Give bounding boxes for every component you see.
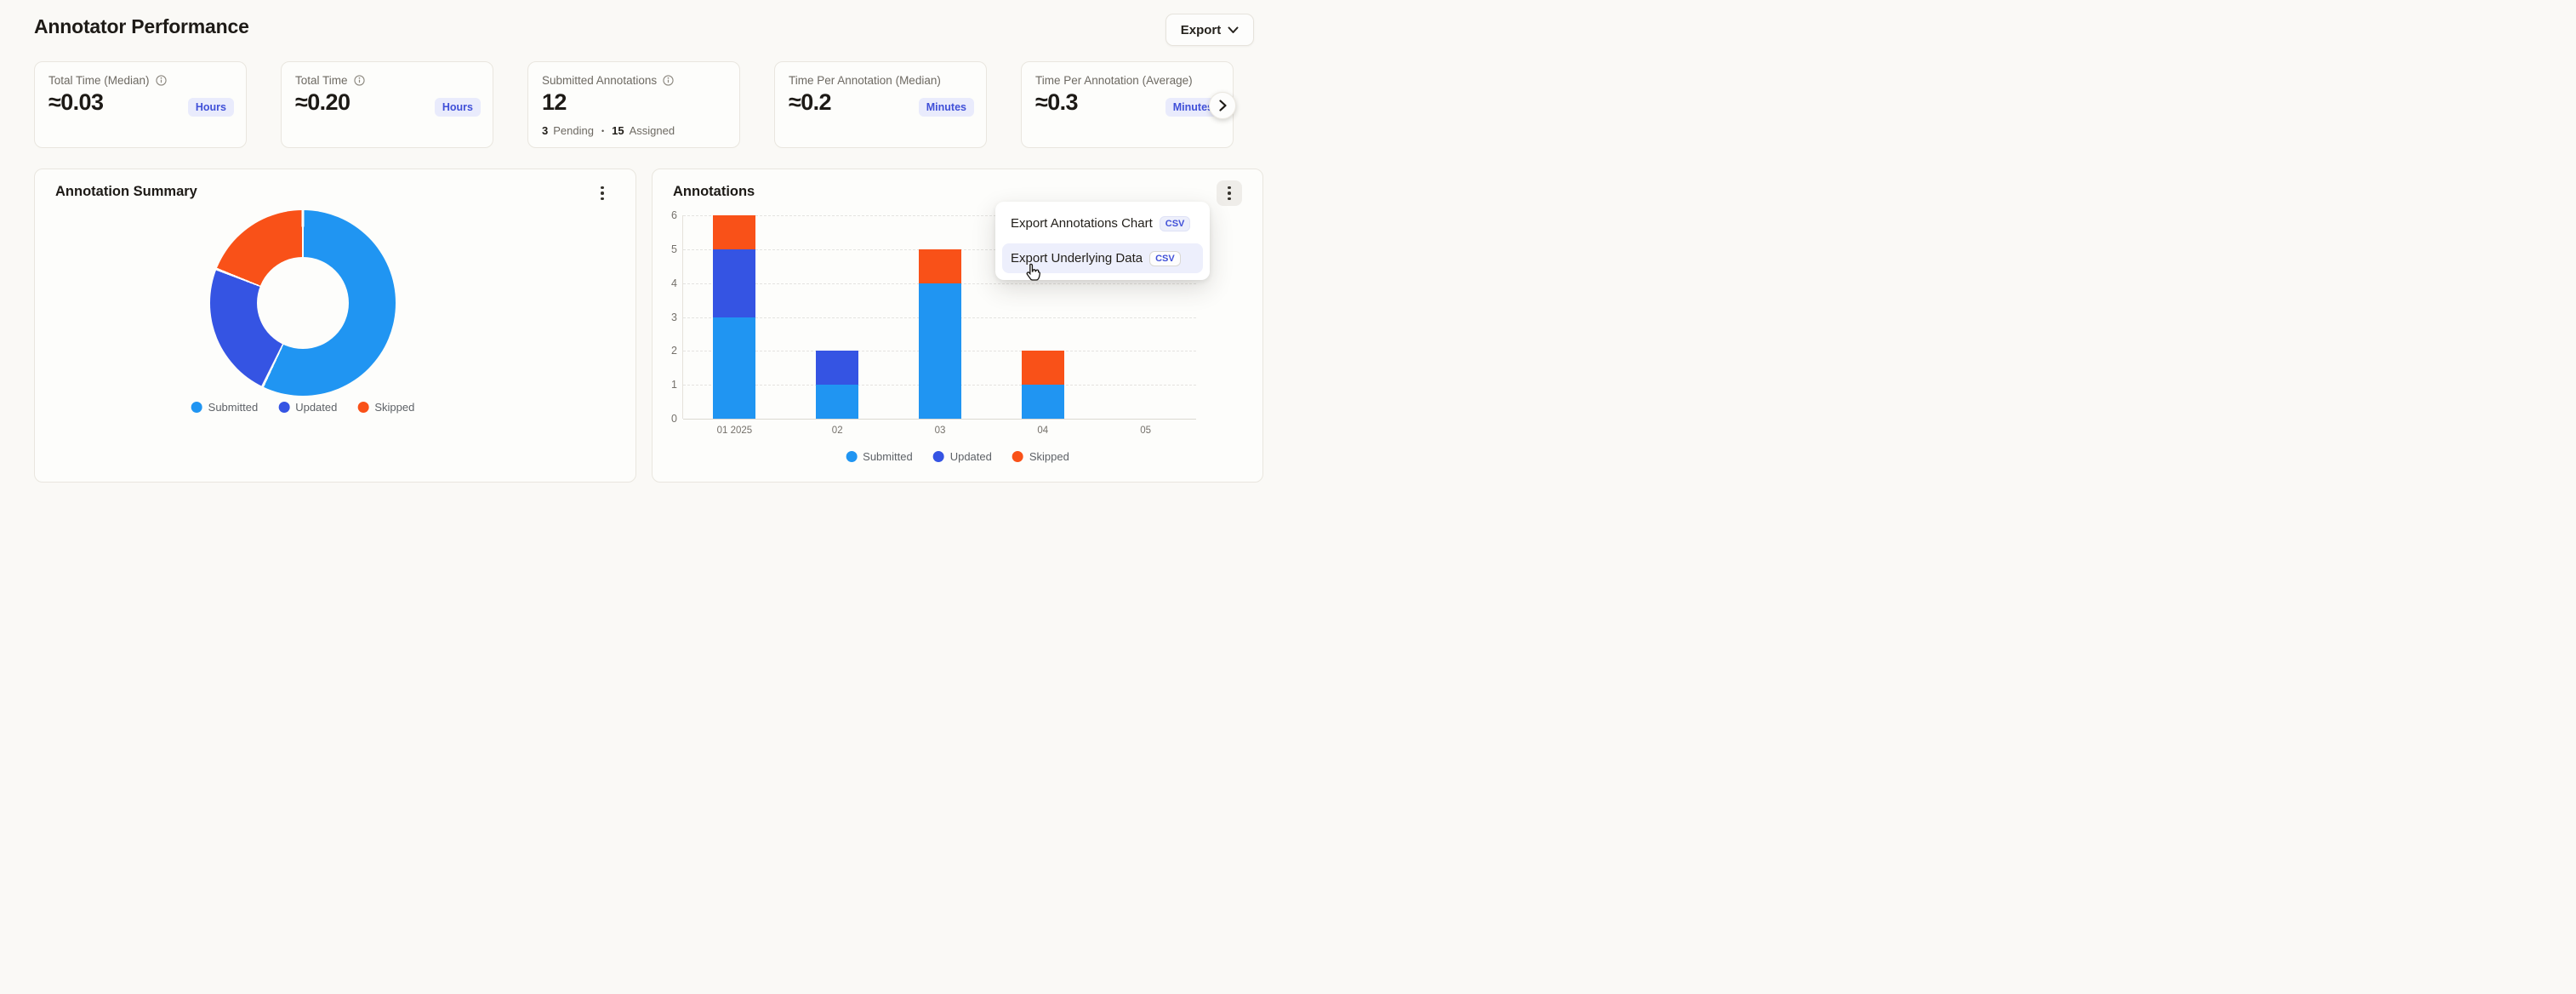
legend-dot [1012, 451, 1023, 462]
stat-card-submitted-annotations: Submitted Annotations 12 3 Pending • 15 … [527, 61, 740, 148]
assigned-count: 15 [612, 124, 624, 137]
stat-label: Submitted Annotations [542, 74, 657, 87]
legend-dot [191, 402, 202, 413]
bar-segment-skipped [713, 215, 755, 249]
stat-label: Total Time (Median) [48, 74, 150, 87]
export-button-label: Export [1181, 23, 1222, 37]
legend-item[interactable]: Skipped [1012, 450, 1069, 463]
y-axis-tick-label: 6 [657, 209, 677, 221]
dot-separator: • [601, 127, 604, 135]
legend-dot [846, 451, 857, 462]
stat-label: Time Per Annotation (Average) [1035, 74, 1193, 87]
y-axis-tick-label: 4 [657, 277, 677, 289]
bar-segment-submitted [919, 283, 961, 419]
x-axis-line [683, 419, 1196, 420]
legend-label: Submitted [863, 450, 913, 463]
bar-segment-skipped [919, 249, 961, 283]
chevron-down-icon [1228, 26, 1239, 34]
x-axis-tick-label: 04 [991, 426, 1094, 436]
stat-card-time-per-annotation-average: Time Per Annotation (Average) ≈0.3 Minut… [1021, 61, 1234, 148]
legend-dot [357, 402, 368, 413]
menu-item-label: Export Annotations Chart [1011, 216, 1153, 231]
legend-item[interactable]: Submitted [846, 450, 913, 463]
pending-label: Pending [553, 124, 594, 137]
legend-label: Skipped [374, 401, 414, 414]
bar-segment-submitted [816, 385, 858, 419]
chevron-right-icon [1219, 100, 1227, 111]
x-axis-tick-label: 05 [1094, 426, 1197, 436]
legend-dot [278, 402, 289, 413]
stat-value: 12 [542, 89, 727, 116]
pending-count: 3 [542, 124, 548, 137]
legend-label: Skipped [1029, 450, 1069, 463]
menu-item-export-underlying-data[interactable]: Export Underlying Data CSV [1002, 243, 1203, 273]
bar-segment-submitted [1022, 385, 1064, 419]
bar-segment-skipped [1022, 351, 1064, 385]
unit-badge: Hours [435, 98, 481, 117]
legend-label: Updated [295, 401, 337, 414]
legend-item[interactable]: Updated [278, 401, 337, 414]
x-axis-tick-label: 01 2025 [683, 426, 786, 436]
stat-card-total-time: Total Time ≈0.20 Hours [281, 61, 493, 148]
assigned-label: Assigned [630, 124, 675, 137]
stat-footer: 3 Pending • 15 Assigned [542, 124, 675, 137]
bar-segment-updated [713, 249, 755, 317]
export-button[interactable]: Export [1165, 14, 1254, 46]
annotation-summary-card: Annotation Summary Submitted Updated Skipp… [34, 169, 636, 483]
menu-item-label: Export Underlying Data [1011, 251, 1143, 266]
stat-card-time-per-annotation-median: Time Per Annotation (Median) ≈0.2 Minute… [774, 61, 987, 148]
info-icon[interactable] [156, 75, 167, 86]
export-context-menu: Export Annotations Chart CSV Export Unde… [995, 202, 1210, 280]
y-axis-tick-label: 0 [657, 413, 677, 425]
menu-item-export-annotations-chart[interactable]: Export Annotations Chart CSV [1002, 209, 1203, 238]
kebab-menu-icon[interactable] [590, 180, 615, 206]
legend-dot [933, 451, 944, 462]
stat-card-total-time-median: Total Time (Median) ≈0.03 Hours [34, 61, 247, 148]
legend-label: Submitted [208, 401, 259, 414]
annotation-summary-title: Annotation Summary [55, 184, 197, 200]
carousel-next-button[interactable] [1209, 92, 1236, 119]
y-axis-tick-label: 5 [657, 243, 677, 255]
unit-badge: Minutes [919, 98, 974, 117]
bar-segment-updated [816, 351, 858, 385]
stat-label: Total Time [295, 74, 348, 87]
bar-chart-legend: Submitted Updated Skipped [846, 450, 1069, 463]
x-axis-tick-label: 02 [786, 426, 889, 436]
stat-label: Time Per Annotation (Median) [789, 74, 941, 87]
csv-badge: CSV [1149, 251, 1181, 266]
annotations-title: Annotations [673, 184, 755, 200]
legend-item[interactable]: Updated [933, 450, 992, 463]
donut-hole [257, 257, 349, 349]
info-icon[interactable] [663, 75, 674, 86]
y-axis-tick-label: 2 [657, 345, 677, 357]
page-title: Annotator Performance [34, 15, 249, 38]
info-icon[interactable] [354, 75, 365, 86]
legend-label: Updated [950, 450, 992, 463]
y-axis-tick-label: 3 [657, 311, 677, 323]
unit-badge: Hours [188, 98, 234, 117]
donut-legend: Submitted Updated Skipped [191, 401, 415, 414]
legend-item[interactable]: Submitted [191, 401, 259, 414]
bar-segment-submitted [713, 317, 755, 420]
kebab-menu-icon[interactable] [1217, 180, 1242, 206]
x-axis-tick-label: 03 [889, 426, 992, 436]
y-axis-tick-label: 1 [657, 379, 677, 391]
legend-item[interactable]: Skipped [357, 401, 414, 414]
csv-badge: CSV [1160, 216, 1191, 231]
